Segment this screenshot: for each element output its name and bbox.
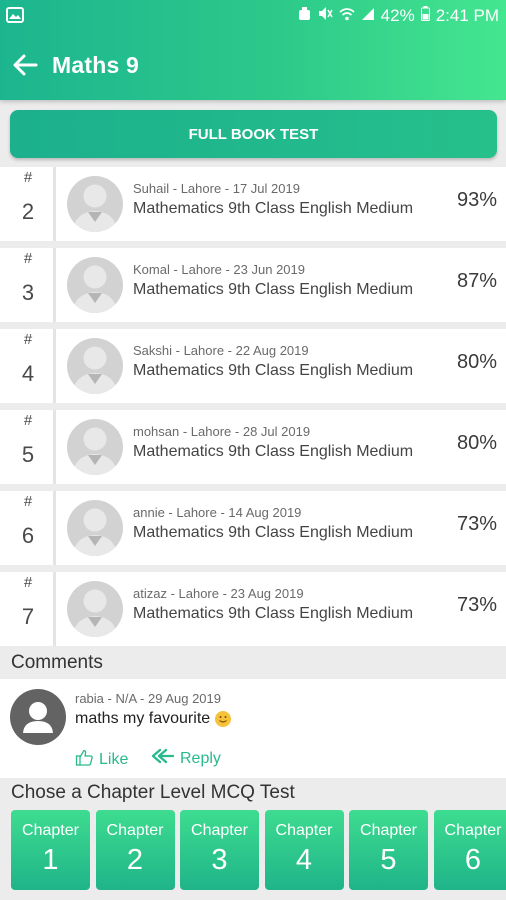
rank-hash: # bbox=[23, 250, 33, 267]
like-button[interactable]: Like bbox=[75, 748, 128, 772]
rank-box: # 4 bbox=[0, 329, 56, 403]
chapter-label: Chapter bbox=[22, 822, 79, 839]
rank-box: # 3 bbox=[0, 248, 56, 322]
test-subject: Mathematics 9th Class English Medium bbox=[133, 281, 414, 298]
full-book-test-button[interactable]: FULL BOOK TEST bbox=[10, 110, 497, 158]
comments-heading: Comments bbox=[11, 652, 103, 673]
chapter-tile-3[interactable]: Chapter 3 bbox=[180, 810, 259, 890]
avatar bbox=[67, 581, 123, 637]
thumbs-up-icon bbox=[75, 748, 94, 772]
chapter-tile-2[interactable]: Chapter 2 bbox=[95, 810, 175, 890]
chapter-test-heading: Chose a Chapter Level MCQ Test bbox=[11, 782, 295, 803]
test-subject: Mathematics 9th Class English Medium bbox=[133, 200, 414, 217]
test-subject: Mathematics 9th Class English Medium bbox=[133, 362, 414, 379]
rank-number: 3 bbox=[21, 280, 35, 305]
commenter-avatar bbox=[10, 689, 66, 745]
avatar bbox=[67, 338, 123, 394]
rank-number: 5 bbox=[21, 442, 35, 467]
score-percent: 93% bbox=[456, 189, 497, 211]
chapter-tile-5[interactable]: Chapter 5 bbox=[349, 810, 428, 890]
comment-item: rabia - N/A - 29 Aug 2019 maths my favou… bbox=[0, 679, 506, 778]
test-subject: Mathematics 9th Class English Medium bbox=[133, 443, 414, 460]
mute-icon bbox=[317, 6, 333, 26]
leaderboard-list: # 2 Suhail - Lahore - 17 Jul 2019 Mathem… bbox=[0, 167, 506, 653]
rank-number: 6 bbox=[21, 523, 35, 548]
rank-hash: # bbox=[23, 169, 33, 186]
leaderboard-row[interactable]: # 2 Suhail - Lahore - 17 Jul 2019 Mathem… bbox=[0, 167, 506, 241]
chapter-tiles: Chapter 1 Chapter 2 Chapter 3 Chapter 4 … bbox=[11, 810, 506, 890]
chapter-number: 4 bbox=[295, 844, 313, 876]
rank-box: # 7 bbox=[0, 572, 56, 646]
avatar bbox=[67, 419, 123, 475]
avatar bbox=[67, 257, 123, 313]
leaderboard-row[interactable]: # 7 atizaz - Lahore - 23 Aug 2019 Mathem… bbox=[0, 572, 506, 646]
chapter-number: 5 bbox=[380, 844, 397, 876]
score-percent: 80% bbox=[456, 432, 497, 454]
student-meta: Suhail - Lahore - 17 Jul 2019 bbox=[133, 181, 300, 196]
rank-hash: # bbox=[23, 493, 33, 510]
student-meta: mohsan - Lahore - 28 Jul 2019 bbox=[133, 424, 311, 439]
chapter-label: Chapter bbox=[106, 822, 164, 839]
app-bar: Maths 9 bbox=[0, 32, 506, 100]
leaderboard-row[interactable]: # 5 mohsan - Lahore - 28 Jul 2019 Mathem… bbox=[0, 410, 506, 484]
signal-icon bbox=[361, 6, 375, 26]
rank-number: 4 bbox=[21, 361, 35, 386]
header: 42% 2:41 PM Maths 9 bbox=[0, 0, 506, 100]
comment-text-row: maths my favourite bbox=[75, 710, 232, 728]
rank-hash: # bbox=[23, 412, 33, 429]
chapter-label: Chapter bbox=[275, 822, 333, 839]
comment-text: maths my favourite bbox=[75, 710, 211, 727]
rank-hash: # bbox=[23, 331, 33, 348]
alarm-icon bbox=[298, 6, 311, 26]
student-meta: Komal - Lahore - 23 Jun 2019 bbox=[133, 262, 305, 277]
avatar bbox=[67, 500, 123, 556]
reply-arrows-icon bbox=[150, 748, 175, 769]
rank-number: 2 bbox=[21, 199, 35, 224]
chapter-number: 3 bbox=[211, 844, 228, 876]
student-meta: Sakshi - Lahore - 22 Aug 2019 bbox=[133, 343, 309, 358]
page-title: Maths 9 bbox=[52, 52, 140, 78]
smiling-face-icon bbox=[215, 711, 232, 727]
rank-box: # 5 bbox=[0, 410, 56, 484]
chapter-tile-6[interactable]: Chapter 6 bbox=[433, 810, 506, 890]
test-subject: Mathematics 9th Class English Medium bbox=[133, 605, 414, 622]
chapter-label: Chapter bbox=[360, 822, 417, 839]
score-percent: 73% bbox=[456, 594, 497, 616]
score-percent: 80% bbox=[456, 351, 497, 373]
chapter-label: Chapter bbox=[444, 822, 502, 839]
chapter-label: Chapter bbox=[191, 822, 248, 839]
chapter-number: 6 bbox=[464, 844, 482, 876]
rank-box: # 2 bbox=[0, 167, 56, 241]
reply-button[interactable]: Reply bbox=[150, 748, 221, 769]
wifi-icon bbox=[339, 6, 355, 26]
rank-box: # 6 bbox=[0, 491, 56, 565]
reply-label: Reply bbox=[180, 749, 221, 767]
rank-hash: # bbox=[23, 574, 33, 591]
chapter-number: 2 bbox=[126, 844, 144, 876]
leaderboard-row[interactable]: # 4 Sakshi - Lahore - 22 Aug 2019 Mathem… bbox=[0, 329, 506, 403]
rank-number: 7 bbox=[21, 604, 35, 629]
clock-time: 2:41 PM bbox=[435, 6, 499, 25]
avatar bbox=[67, 176, 123, 232]
student-meta: atizaz - Lahore - 23 Aug 2019 bbox=[133, 586, 304, 601]
like-label: Like bbox=[99, 751, 129, 768]
chapter-tile-1[interactable]: Chapter 1 bbox=[11, 810, 90, 890]
leaderboard-row[interactable]: # 6 annie - Lahore - 14 Aug 2019 Mathema… bbox=[0, 491, 506, 565]
chapter-tile-4[interactable]: Chapter 4 bbox=[264, 810, 344, 890]
test-subject: Mathematics 9th Class English Medium bbox=[133, 524, 414, 541]
student-meta: annie - Lahore - 14 Aug 2019 bbox=[133, 505, 302, 520]
chapter-number: 1 bbox=[42, 844, 59, 876]
score-percent: 73% bbox=[456, 513, 497, 535]
back-arrow-icon[interactable] bbox=[10, 50, 40, 80]
status-bar: 42% 2:41 PM bbox=[0, 0, 506, 32]
battery-percentage: 42% bbox=[380, 6, 415, 25]
battery-icon bbox=[420, 6, 430, 26]
leaderboard-row[interactable]: # 3 Komal - Lahore - 23 Jun 2019 Mathema… bbox=[0, 248, 506, 322]
comment-meta: rabia - N/A - 29 Aug 2019 bbox=[75, 691, 221, 706]
gallery-notification-icon bbox=[6, 7, 24, 28]
score-percent: 87% bbox=[456, 270, 497, 292]
